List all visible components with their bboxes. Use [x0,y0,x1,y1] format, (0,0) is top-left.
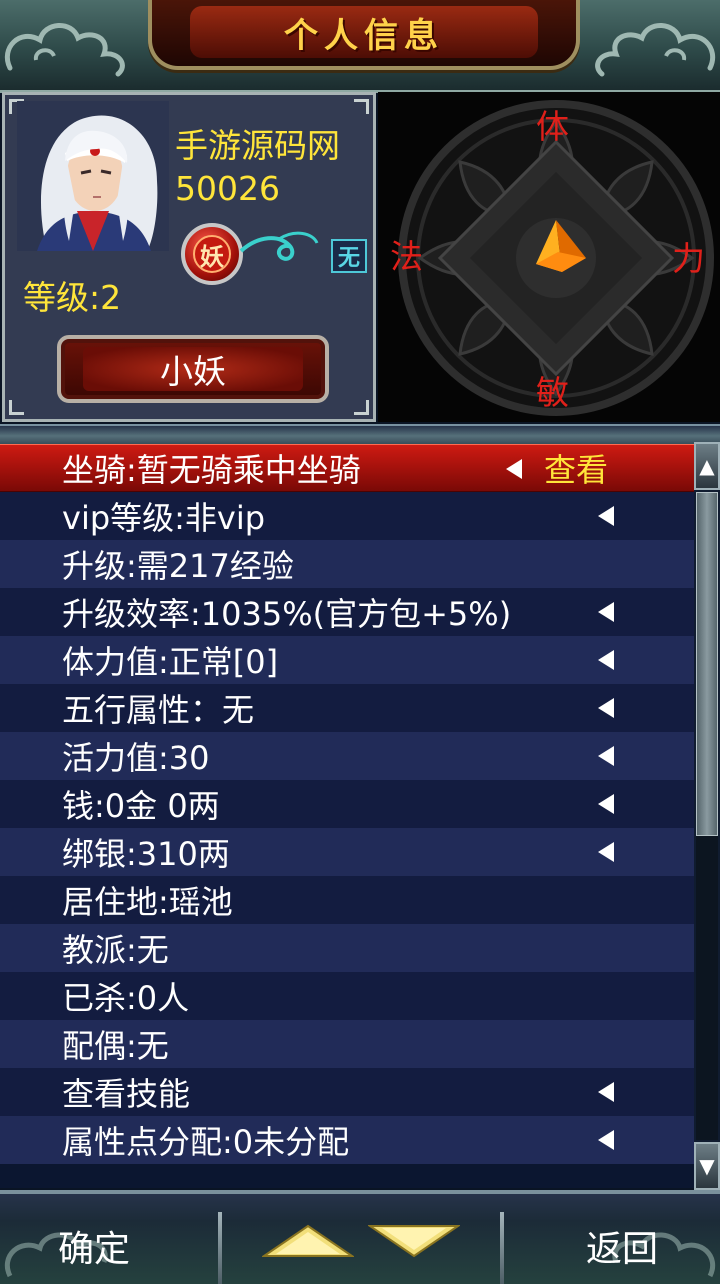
expand-arrow-icon[interactable] [598,506,614,526]
list-item-label: 属性点分配:0未分配 [62,1123,350,1161]
class-button[interactable]: 小妖 [57,335,329,403]
list-item-attribute-points[interactable]: 属性点分配:0未分配 [0,1116,694,1164]
list-item-label: 体力值:正常[0] [62,643,279,681]
list-item-label: 钱:0金 0两 [62,787,220,825]
confirm-button[interactable]: 确定 [58,1220,130,1272]
list-item-label: 升级:需217经验 [62,547,294,585]
list-item-label: 绑银:310两 [62,835,230,873]
view-mount-button[interactable]: 查看 [544,445,608,491]
scroll-thumb[interactable] [696,492,718,836]
list-item-label: 配偶:无 [62,1027,169,1065]
list-item-label: 已杀:0人 [62,979,190,1017]
scroll-up-button[interactable]: ▲ [694,442,720,490]
list-item-mount[interactable]: 坐骑:暂无骑乘中坐骑 查看 [0,444,694,492]
list-item-label: 坐骑:暂无骑乘中坐骑 [62,451,361,489]
expand-arrow-icon[interactable] [598,698,614,718]
expand-arrow-icon[interactable] [506,459,522,479]
list-item-sect[interactable]: 教派:无 [0,924,694,972]
axis-label-bottom: 敏 [536,373,569,412]
expand-arrow-icon[interactable] [598,842,614,862]
scroll-track[interactable] [696,492,718,1140]
axis-label-right: 力 [672,239,705,278]
list-item-bound-silver[interactable]: 绑银:310两 [0,828,694,876]
cloud-ornament-icon [595,23,716,77]
list-scrollbar[interactable]: ▲ ▼ [694,442,720,1190]
axis-label-top: 体 [536,107,569,146]
list-item-residence[interactable]: 居住地:瑶池 [0,876,694,924]
attribute-compass: 体 法 力 敏 [378,92,720,422]
list-item-label: vip等级:非vip [62,499,266,537]
player-id: 50026 [175,169,280,208]
arrow-down-icon[interactable] [368,1224,460,1258]
list-item-label: 居住地:瑶池 [62,883,233,921]
player-level: 等级:2 [23,278,122,317]
expand-arrow-icon[interactable] [598,746,614,766]
expand-arrow-icon[interactable] [598,602,614,622]
arrow-up-icon[interactable] [262,1224,354,1258]
bottom-bar: 确定 返回 [0,1190,720,1284]
info-list: 坐骑:暂无骑乘中坐骑 查看 vip等级:非vip 升级:需217经验 升级效率:… [0,444,694,1188]
list-item-label: 查看技能 [62,1075,191,1113]
scroll-down-button[interactable]: ▼ [694,1142,720,1190]
list-item-label: 活力值:30 [62,739,210,777]
list-item-upgrade-rate[interactable]: 升级效率:1035%(官方包+5%) [0,588,694,636]
back-button[interactable]: 返回 [586,1220,658,1272]
caret-down-icon: ▼ [699,1154,715,1178]
expand-arrow-icon[interactable] [598,794,614,814]
element-badge: 无 [331,239,367,273]
title-plate: 个人信息 [148,0,580,70]
race-badge: 妖 [181,223,243,285]
list-item-stamina[interactable]: 体力值:正常[0] [0,636,694,684]
list-item-label: 教派:无 [62,931,169,969]
cloud-ornament-icon [4,23,125,77]
list-item-label: 升级效率:1035%(官方包+5%) [62,595,512,633]
race-badge-label: 妖 [193,235,231,273]
list-item-label: 五行属性：无 [62,691,255,729]
list-item-vip[interactable]: vip等级:非vip [0,492,694,540]
list-item-spouse[interactable]: 配偶:无 [0,1020,694,1068]
list-item-skills[interactable]: 查看技能 [0,1068,694,1116]
list-item-kills[interactable]: 已杀:0人 [0,972,694,1020]
caret-up-icon: ▲ [699,454,715,478]
player-name: 手游源码网 [175,126,340,165]
class-label: 小妖 [160,352,226,391]
list-item-upgrade[interactable]: 升级:需217经验 [0,540,694,588]
avatar [17,101,169,251]
page-title: 个人信息 [284,15,444,56]
expand-arrow-icon[interactable] [598,1130,614,1150]
expand-arrow-icon[interactable] [598,650,614,670]
expand-arrow-icon[interactable] [598,1082,614,1102]
profile-panel: 手游源码网 50026 妖 无 等级:2 小妖 [2,92,376,422]
title-bar: 个人信息 [0,0,720,93]
axis-label-left: 法 [390,237,423,276]
list-item-five-elements[interactable]: 五行属性：无 [0,684,694,732]
list-item-money[interactable]: 钱:0金 0两 [0,780,694,828]
swirl-ornament-icon [239,231,319,261]
list-item-vitality[interactable]: 活力值:30 [0,732,694,780]
